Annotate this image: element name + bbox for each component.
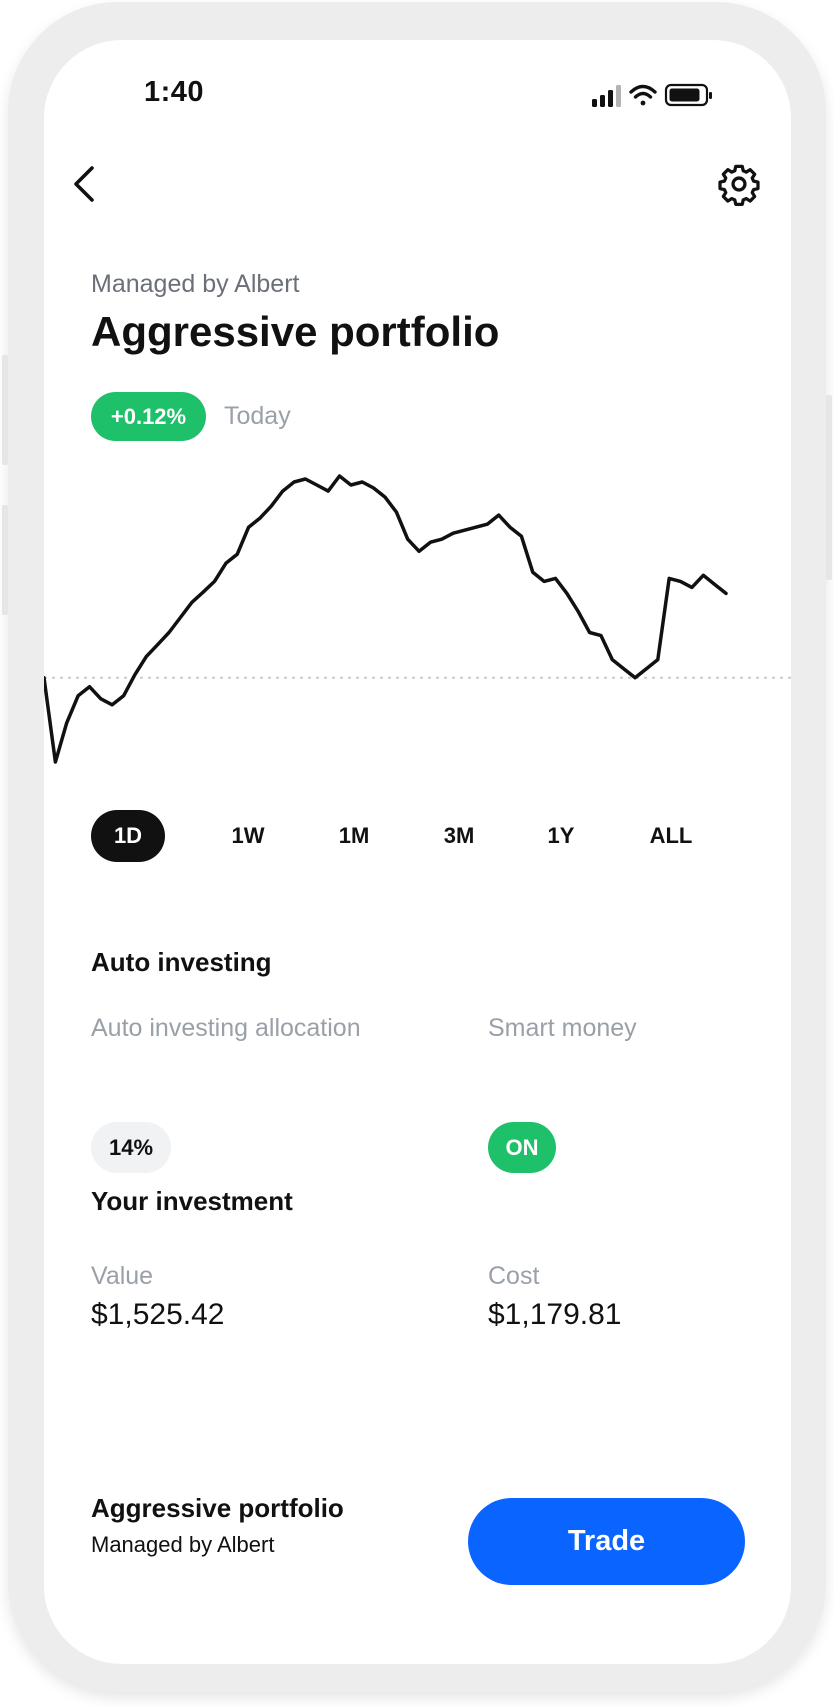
- value-label: Value: [91, 1262, 154, 1290]
- phone-side-button-left-2: [2, 505, 8, 615]
- range-tab-3m[interactable]: 3M: [427, 810, 491, 862]
- allocation-value-badge: 14%: [91, 1122, 171, 1173]
- allocation-label: Auto investing allocation: [91, 1014, 361, 1042]
- cost-label: Cost: [488, 1262, 540, 1290]
- battery-icon: [664, 83, 712, 107]
- range-tab-1y[interactable]: 1Y: [529, 810, 593, 862]
- range-tab-1m[interactable]: 1M: [322, 810, 386, 862]
- trade-button[interactable]: Trade: [468, 1498, 745, 1585]
- phone-side-button-left: [2, 355, 8, 465]
- footer-portfolio-subtitle: Managed by Albert: [91, 1532, 275, 1557]
- phone-side-button-right: [826, 395, 832, 580]
- status-icons: [592, 83, 712, 107]
- your-investment-heading: Your investment: [91, 1186, 293, 1216]
- auto-investing-heading: Auto investing: [91, 947, 272, 977]
- status-time: 1:40: [144, 76, 205, 108]
- investment-value: $1,525.42: [91, 1298, 225, 1331]
- wifi-icon: [629, 84, 657, 106]
- chevron-left-icon[interactable]: [62, 158, 106, 210]
- range-tab-1w[interactable]: 1W: [216, 810, 280, 862]
- performance-period-label: Today: [224, 402, 291, 430]
- smart-money-label: Smart money: [488, 1014, 637, 1042]
- range-tab-all[interactable]: ALL: [633, 810, 709, 862]
- performance-change-badge: +0.12%: [91, 392, 206, 441]
- screen: 1:40 Managed by Albert Aggressive portfo…: [44, 40, 791, 1664]
- page-title: Aggressive portfolio: [91, 308, 500, 355]
- gear-icon[interactable]: [716, 161, 762, 207]
- footer-portfolio-title: Aggressive portfolio: [91, 1493, 344, 1523]
- smart-money-toggle[interactable]: ON: [488, 1122, 556, 1173]
- investment-cost: $1,179.81: [488, 1298, 622, 1331]
- performance-chart: [44, 474, 791, 764]
- portfolio-manager-label: Managed by Albert: [91, 270, 300, 298]
- chart-series-line: [44, 474, 728, 764]
- range-tab-1d[interactable]: 1D: [91, 810, 165, 862]
- signal-icon: [592, 85, 621, 107]
- chart-range-tabs: 1D 1W 1M 3M 1Y ALL: [44, 810, 791, 862]
